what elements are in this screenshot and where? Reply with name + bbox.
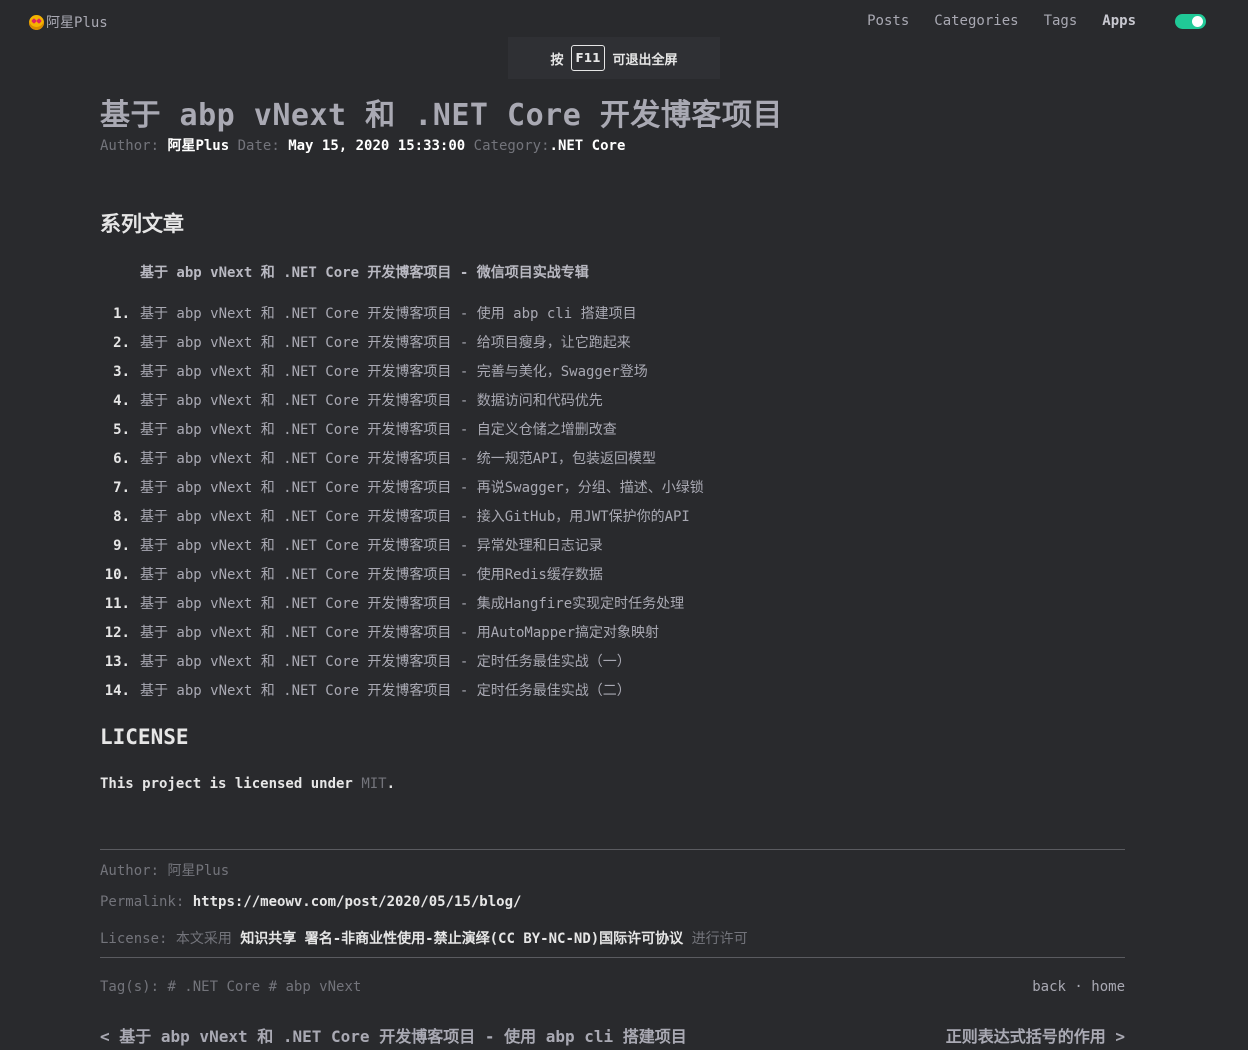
meta-category[interactable]: .NET Core <box>550 138 626 154</box>
tag-links[interactable]: # .NET Core # abp vNext <box>167 979 361 995</box>
series-link[interactable]: 基于 abp vNext 和 .NET Core 开发博客项目 - 用AutoM… <box>140 619 659 648</box>
series-link[interactable]: 基于 abp vNext 和 .NET Core 开发博客项目 - 异常处理和日… <box>140 532 603 561</box>
meta-author-label: Author: <box>100 138 160 154</box>
next-post-link[interactable]: 正则表达式括号的作用 > <box>946 1023 1125 1047</box>
theme-toggle[interactable] <box>1175 14 1206 29</box>
fullscreen-hint-prefix: 按 <box>550 52 564 68</box>
list-number: 4. <box>113 393 130 409</box>
meta-date: May 15, 2020 15:33:00 <box>288 138 466 154</box>
series-link[interactable]: 基于 abp vNext 和 .NET Core 开发博客项目 - 使用 abp… <box>140 300 637 329</box>
back-link[interactable]: back <box>1032 979 1066 995</box>
nav-posts[interactable]: Posts <box>867 13 909 29</box>
license-pre: 本文采用 <box>175 931 232 947</box>
separator: · <box>1074 979 1083 995</box>
nav-apps[interactable]: Apps <box>1102 13 1136 29</box>
post-tags: Tag(s): # .NET Core # abp vNext <box>100 979 361 995</box>
cc-license-link[interactable]: 知识共享 署名-非商业性使用-禁止演绎(CC BY-NC-ND)国际许可协议 <box>240 931 683 947</box>
post-meta: Author: 阿星Plus Date: May 15, 2020 15:33:… <box>100 135 625 155</box>
meta-date-label: Date: <box>237 138 280 154</box>
series-link[interactable]: 基于 abp vNext 和 .NET Core 开发博客项目 - 定时任务最佳… <box>140 648 631 677</box>
copyright-author-value: 阿星Plus <box>167 863 230 879</box>
tags-label: Tag(s): <box>100 979 160 995</box>
series-link[interactable]: 基于 abp vNext 和 .NET Core 开发博客项目 - 接入GitH… <box>140 503 690 532</box>
license-text: This project is licensed under <box>100 776 353 792</box>
list-number: 14. <box>104 683 130 699</box>
copyright-author-label: Author: <box>100 863 160 879</box>
license-post: 进行许可 <box>691 931 748 947</box>
meta-author[interactable]: 阿星Plus <box>167 138 229 154</box>
series-link[interactable]: 基于 abp vNext 和 .NET Core 开发博客项目 - 完善与美化，… <box>140 358 648 387</box>
list-number: 1. <box>113 306 130 322</box>
copyright-license: License: 本文采用 知识共享 署名-非商业性使用-禁止演绎(CC BY-… <box>100 928 748 948</box>
list-number: 12. <box>104 625 130 641</box>
list-number: 3. <box>113 364 130 380</box>
divider <box>100 849 1125 850</box>
home-link[interactable]: home <box>1091 979 1125 995</box>
star-struck-emoji-icon <box>29 14 44 30</box>
series-link[interactable]: 基于 abp vNext 和 .NET Core 开发博客项目 - 统一规范AP… <box>140 445 656 474</box>
list-number: 6. <box>113 451 130 467</box>
post-title: 基于 abp vNext 和 .NET Core 开发博客项目 <box>100 98 783 133</box>
list-number: 8. <box>113 509 130 525</box>
list-number: 9. <box>113 538 130 554</box>
site-logo[interactable]: 阿星Plus <box>29 12 108 32</box>
prev-post-link[interactable]: < 基于 abp vNext 和 .NET Core 开发博客项目 - 使用 a… <box>100 1023 687 1047</box>
list-number: 13. <box>104 654 130 670</box>
meta-category-label: Category: <box>473 138 550 154</box>
list-number: 2. <box>113 335 130 351</box>
mit-link[interactable]: MIT <box>361 776 386 792</box>
fullscreen-hint-suffix: 可退出全屏 <box>612 52 678 68</box>
series-link[interactable]: 基于 abp vNext 和 .NET Core 开发博客项目 - 自定义仓储之… <box>140 416 617 445</box>
list-number: 5. <box>113 422 130 438</box>
list-number: 11. <box>104 596 130 612</box>
series-link[interactable]: 基于 abp vNext 和 .NET Core 开发博客项目 - 集成Hang… <box>140 590 684 619</box>
permalink-link[interactable]: https://meowv.com/post/2020/05/15/blog/ <box>193 894 522 910</box>
main-nav: Posts Categories Tags Apps <box>867 13 1136 29</box>
license-label: License: <box>100 931 168 947</box>
series-heading: 系列文章 <box>100 212 184 236</box>
logo-text: 阿星Plus <box>46 15 108 31</box>
nav-tags[interactable]: Tags <box>1044 13 1078 29</box>
copyright-author: Author: 阿星Plus <box>100 860 229 880</box>
nav-categories[interactable]: Categories <box>934 13 1018 29</box>
fullscreen-hint: 按 F11 可退出全屏 <box>508 37 720 79</box>
series-link[interactable]: 基于 abp vNext 和 .NET Core 开发博客项目 - 定时任务最佳… <box>140 677 631 706</box>
list-number: 7. <box>113 480 130 496</box>
copyright-permalink: Permalink: https://meowv.com/post/2020/0… <box>100 894 521 910</box>
series-link[interactable]: 基于 abp vNext 和 .NET Core 开发博客项目 - 数据访问和代… <box>140 387 603 416</box>
permalink-label: Permalink: <box>100 894 185 910</box>
license-heading: LICENSE <box>100 725 189 749</box>
series-link[interactable]: 基于 abp vNext 和 .NET Core 开发博客项目 - 再说Swag… <box>140 474 704 503</box>
back-home-nav: back · home <box>1032 979 1125 995</box>
divider <box>100 957 1125 958</box>
list-number: 10. <box>104 567 130 583</box>
series-link[interactable]: 基于 abp vNext 和 .NET Core 开发博客项目 - 给项目瘦身，… <box>140 329 631 358</box>
license-period: . <box>386 776 396 792</box>
series-album-link[interactable]: 基于 abp vNext 和 .NET Core 开发博客项目 - 微信项目实战… <box>140 262 589 282</box>
f11-key: F11 <box>570 45 606 71</box>
series-link[interactable]: 基于 abp vNext 和 .NET Core 开发博客项目 - 使用Redi… <box>140 561 603 590</box>
license-paragraph: This project is licensed under MIT. <box>100 776 395 792</box>
